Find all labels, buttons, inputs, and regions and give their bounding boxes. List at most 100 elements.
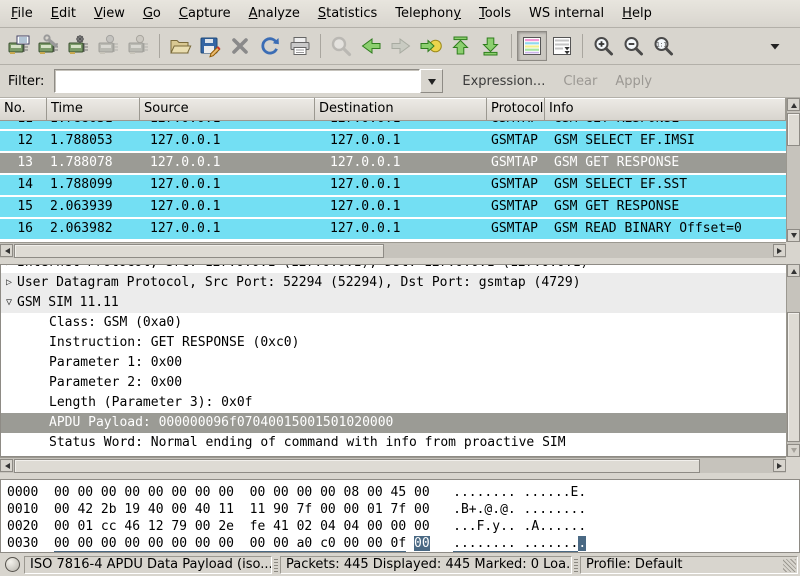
ascii-char-selected: . [578,536,586,551]
save-as-button[interactable] [195,31,225,61]
scrollbar-thumb[interactable] [14,459,700,473]
forward-button[interactable] [386,31,416,61]
packet-bytes-pane[interactable]: 0000 00 00 00 00 00 00 00 00 00 00 00 00… [0,479,800,553]
hex-row-0020[interactable]: 0020 00 01 cc 46 12 79 00 2e fe 41 02 04… [7,518,799,535]
menu-statistics[interactable]: Statistics [309,2,386,25]
cell-proto: GSMTAP [487,197,545,217]
apply-button[interactable]: Apply [606,72,661,91]
status-packet-counts: Packets: 445 Displayed: 445 Marked: 0 Lo… [280,556,572,574]
tree-row[interactable]: Parameter 2: 0x00 [1,373,786,393]
hex-row-0010[interactable]: 0010 00 42 2b 19 40 00 40 11 11 90 7f 00… [7,501,799,518]
scroll-left-button[interactable] [0,459,13,472]
menu-telephony[interactable]: Telephony [386,2,470,25]
detail-horizontal-scrollbar[interactable] [0,457,786,473]
packet-row-16[interactable]: 162.063982127.0.0.1127.0.0.1GSMTAPGSM RE… [0,219,786,239]
column-header-no[interactable]: No. [0,98,47,121]
hex-row-0030[interactable]: 0030 00 00 00 00 00 00 00 00 00 00 a0 c0… [7,535,799,552]
column-header-source[interactable]: Source [140,98,315,121]
zoom-in-icon [591,34,615,58]
reload-icon [258,34,282,58]
menu-go[interactable]: Go [134,2,170,25]
more-dropdown-button[interactable] [760,31,790,61]
menu-edit[interactable]: Edit [42,2,85,25]
menu-help[interactable]: Help [613,2,661,25]
scroll-up-button[interactable] [787,98,800,111]
list-interfaces-button[interactable] [4,31,34,61]
tree-row[interactable]: Parameter 1: 0x00 [1,353,786,373]
capture-stop-button[interactable] [94,31,124,61]
zoom-normal-button[interactable]: 1:1 [648,31,678,61]
expand-triangle-icon[interactable]: ▷ [1,273,17,293]
zoom-out-button[interactable] [618,31,648,61]
packet-list-horizontal-scrollbar[interactable] [0,242,786,258]
pane-splitter[interactable] [0,473,800,479]
menu-ws-internal[interactable]: WS internal [520,2,613,25]
scrollbar-thumb[interactable] [14,244,384,258]
clear-button[interactable]: Clear [554,72,606,91]
reload-button[interactable] [255,31,285,61]
print-icon [288,34,312,58]
packet-row-15[interactable]: 152.063939127.0.0.1127.0.0.1GSMTAPGSM GE… [0,197,786,217]
colorize-button[interactable] [517,31,547,61]
packet-row-14[interactable]: 141.788099127.0.0.1127.0.0.1GSMTAPGSM SE… [0,175,786,195]
scroll-right-button[interactable] [773,459,786,472]
tree-row[interactable]: ▽GSM SIM 11.11 [1,293,786,313]
tree-row[interactable]: ▷User Datagram Protocol, Src Port: 52294… [1,273,786,293]
forward-icon [389,34,413,58]
column-header-time[interactable]: Time [47,98,140,121]
cell-dst: 127.0.0.1 [315,219,487,239]
hex-row-0000[interactable]: 0000 00 00 00 00 00 00 00 00 00 00 00 00… [7,484,799,501]
resize-grip-icon[interactable] [783,559,796,572]
packet-list-vertical-scrollbar[interactable] [786,98,800,242]
packet-row-11[interactable]: 111.788031127.0.0.1127.0.0.1GSMTAPGSM GE… [0,121,786,129]
close-button[interactable] [225,31,255,61]
go-bottom-button[interactable] [476,31,506,61]
autoscroll-button[interactable] [547,31,577,61]
packet-row-12[interactable]: 121.788053127.0.0.1127.0.0.1GSMTAPGSM SE… [0,131,786,151]
scroll-right-button[interactable] [773,244,786,257]
cell-dst: 127.0.0.1 [315,121,487,129]
arrow-up-icon [791,100,797,108]
collapse-triangle-icon[interactable]: ▽ [1,293,17,313]
packet-row-13[interactable]: 131.788078127.0.0.1127.0.0.1GSMTAPGSM GE… [0,153,786,173]
menu-analyze[interactable]: Analyze [240,2,309,25]
list-interfaces-icon [7,34,31,58]
tree-row[interactable]: Length (Parameter 3): 0x0f [1,393,786,413]
column-header-info[interactable]: Info [545,98,786,121]
column-header-destination[interactable]: Destination [315,98,487,121]
tree-row[interactable]: ▷Internet Protocol, Src: 127.0.0.1 (127.… [1,265,786,273]
scroll-down-button[interactable] [787,229,800,242]
capture-restart-button[interactable] [124,31,154,61]
menu-file[interactable]: File [2,2,42,25]
expand-triangle-icon[interactable]: ▷ [1,265,17,273]
menu-view[interactable]: View [85,2,134,25]
filter-input[interactable] [54,69,420,93]
scrollbar-thumb[interactable] [787,312,800,442]
capture-start-button[interactable] [64,31,94,61]
arrow-up-icon [791,266,797,274]
filter-dropdown-button[interactable] [420,69,443,93]
open-button[interactable] [165,31,195,61]
scroll-down-button[interactable] [787,444,800,457]
detail-vertical-scrollbar[interactable] [786,264,800,457]
tree-row[interactable]: Status Word: Normal ending of command wi… [1,433,786,453]
capture-options-button[interactable] [34,31,64,61]
scroll-up-button[interactable] [787,264,800,277]
find-button[interactable] [326,31,356,61]
scroll-left-button[interactable] [0,244,13,257]
tree-row[interactable]: APDU Payload: 000000096f0704001500150102… [1,413,786,433]
goto-packet-button[interactable] [416,31,446,61]
scrollbar-thumb[interactable] [787,113,800,146]
expression-button[interactable]: Expression... [453,72,554,91]
print-button[interactable] [285,31,315,61]
expert-info-icon[interactable] [5,557,20,572]
tree-row[interactable]: Class: GSM (0xa0) [1,313,786,333]
tree-row[interactable]: Instruction: GET RESPONSE (0xc0) [1,333,786,353]
zoom-in-button[interactable] [588,31,618,61]
tree-row-label: Length (Parameter 3): 0x0f [49,393,253,413]
back-button[interactable] [356,31,386,61]
column-header-protocol[interactable]: Protocol [487,98,545,121]
go-top-button[interactable] [446,31,476,61]
menu-tools[interactable]: Tools [470,2,520,25]
menu-capture[interactable]: Capture [170,2,240,25]
